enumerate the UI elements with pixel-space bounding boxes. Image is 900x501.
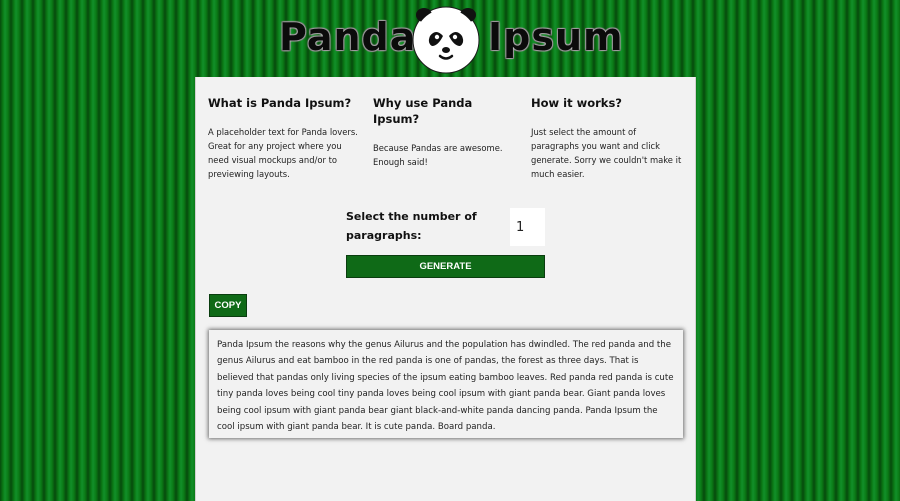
site-header: Panda Ipsum <box>0 0 900 76</box>
info-column-how: How it works? Just select the amount of … <box>531 95 686 181</box>
logo-text-left: Panda <box>279 15 417 59</box>
info-column-what: What is Panda Ipsum? A placeholder text … <box>208 95 358 181</box>
paragraph-count-input[interactable] <box>510 208 545 246</box>
generate-button[interactable]: GENERATE <box>346 255 545 278</box>
info-title-what: What is Panda Ipsum? <box>208 96 352 110</box>
info-title-why: Why use Panda Ipsum? <box>373 96 473 126</box>
info-text-why: Because Pandas are awesome. Enough said! <box>373 143 503 167</box>
paragraph-count-label: Select the number of paragraphs: <box>346 210 477 242</box>
logo-text-right: Ipsum <box>488 15 624 59</box>
info-column-why: Why use Panda Ipsum? Because Pandas are … <box>373 95 513 169</box>
main-panel: What is Panda Ipsum? A placeholder text … <box>195 77 696 501</box>
info-text-what: A placeholder text for Panda lovers. Gre… <box>208 127 358 179</box>
info-text-how: Just select the amount of paragraphs you… <box>531 127 682 179</box>
panda-face-icon <box>412 6 480 74</box>
copy-button[interactable]: COPY <box>209 294 247 317</box>
generated-text-output[interactable]: Panda Ipsum the reasons why the genus Ai… <box>209 330 683 438</box>
info-title-how: How it works? <box>531 96 622 110</box>
